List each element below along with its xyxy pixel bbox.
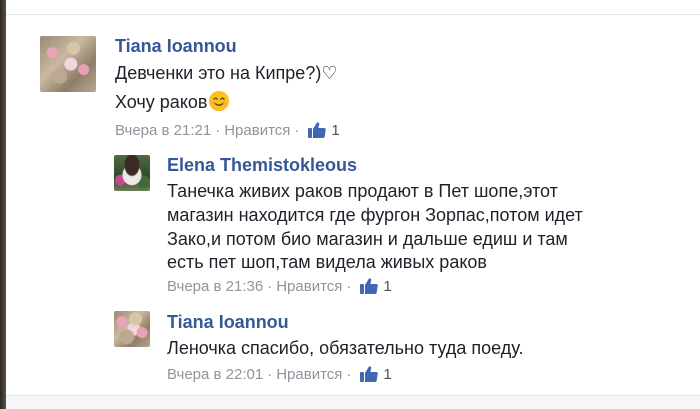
comment-text-line: Девченки это на Кипре?)♡ (115, 63, 338, 83)
meta-separator: · (294, 121, 300, 139)
meta-separator: · (346, 365, 352, 383)
comment-text-line: Зако,и потом био магазин и дальше едиш и… (167, 229, 568, 249)
like-count: 1 (331, 121, 340, 139)
avatar[interactable] (114, 311, 150, 347)
like-count: 1 (383, 277, 392, 295)
thumbs-up-icon[interactable] (359, 365, 379, 383)
comment-text-line: магазин находится где фургон Зорпас,пото… (167, 205, 583, 225)
like-link[interactable]: Нравится (276, 278, 342, 295)
comment-text: Хочу раков (115, 92, 208, 112)
meta-separator: · (346, 277, 352, 295)
comment-text-line: Хочу раков (115, 90, 230, 114)
comment-author-name[interactable]: Tiana Ioannou (167, 312, 289, 333)
comment-text-line: есть пет шоп,там видела живых раков (167, 252, 487, 272)
like-link[interactable]: Нравится (224, 122, 290, 139)
comment-meta: Вчера в 22:01 · Нравится · 1 (167, 365, 392, 383)
meta-separator: · (267, 277, 273, 295)
top-divider (6, 14, 700, 15)
like-count: 1 (383, 365, 392, 383)
smiling-face-emoji-icon (209, 90, 230, 112)
like-link[interactable]: Нравится (276, 366, 342, 383)
comment-meta: Вчера в 21:21 · Нравится · 1 (115, 121, 340, 139)
comment-timestamp[interactable]: Вчера в 21:36 (167, 278, 263, 295)
meta-separator: · (215, 121, 221, 139)
comment-text-line: Леночка спасибо, обязательно туда поеду. (167, 338, 524, 358)
meta-separator: · (267, 365, 273, 383)
left-edge-shadow (0, 0, 6, 409)
bottom-strip (6, 396, 700, 409)
thumbs-up-icon[interactable] (359, 277, 379, 295)
comment-author-name[interactable]: Tiana Ioannou (115, 36, 237, 57)
comment-meta: Вчера в 21:36 · Нравится · 1 (167, 277, 392, 295)
thumbs-up-icon[interactable] (307, 121, 327, 139)
avatar[interactable] (114, 155, 150, 191)
comment-timestamp[interactable]: Вчера в 21:21 (115, 122, 211, 139)
comment-text-line: Танечка живих раков продают в Пет шопе,э… (167, 181, 558, 201)
avatar[interactable] (40, 36, 96, 92)
comment-timestamp[interactable]: Вчера в 22:01 (167, 366, 263, 383)
comment-author-name[interactable]: Elena Themistokleous (167, 155, 357, 176)
